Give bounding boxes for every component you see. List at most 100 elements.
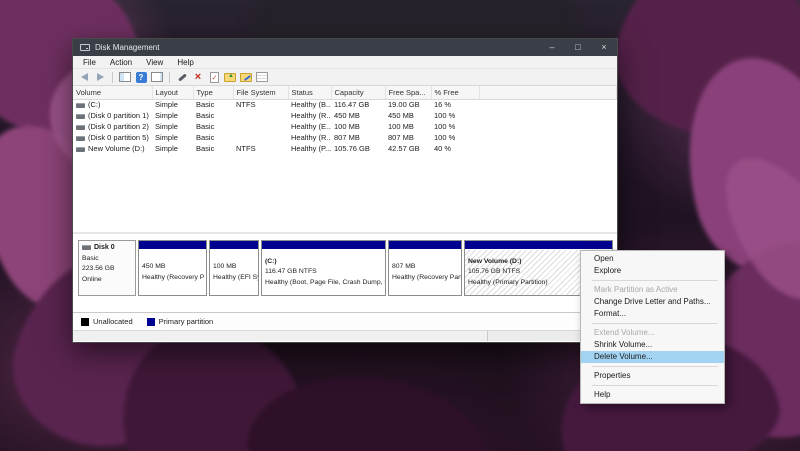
show-action-pane-icon (151, 72, 163, 82)
disk-0-block: Disk 0 Basic 223.56 GB Online 450 MB Hea… (78, 240, 613, 296)
folder-edit-icon (240, 73, 252, 82)
menu-item-change-drive-letter[interactable]: Change Drive Letter and Paths... (581, 296, 724, 308)
back-button[interactable] (77, 70, 91, 85)
folder-edit-button[interactable] (239, 70, 253, 85)
column-type[interactable]: Type (193, 86, 233, 99)
primary-partition-band (465, 241, 612, 250)
column-free-space[interactable]: Free Spa... (385, 86, 431, 99)
disk-0-info[interactable]: Disk 0 Basic 223.56 GB Online (78, 240, 136, 296)
menu-separator (592, 385, 718, 386)
volume-icon (76, 136, 85, 141)
minimize-button[interactable]: – (539, 39, 565, 56)
column-pct-free[interactable]: % Free (431, 86, 479, 99)
volume-row-partition2[interactable]: (Disk 0 partition 2) Simple Basic Health… (73, 121, 617, 132)
partitions-strip: 450 MB Healthy (Recovery P 100 MB Health… (138, 240, 613, 296)
primary-partition-band (139, 241, 206, 250)
menu-item-explore[interactable]: Explore (581, 265, 724, 277)
disk-management-window: Disk Management – □ × File Action View H… (72, 38, 618, 343)
fields-icon (256, 72, 268, 82)
volume-table: Volume Layout Type File System Status Ca… (73, 86, 617, 154)
menu-action[interactable]: Action (103, 58, 139, 67)
toolbar: ? × (73, 69, 617, 86)
menu-help[interactable]: Help (170, 58, 200, 67)
show-console-tree-icon (119, 72, 131, 82)
primary-partition-band (262, 241, 385, 250)
column-capacity[interactable]: Capacity (331, 86, 385, 99)
disk-tool-button[interactable] (175, 70, 189, 85)
primary-partition-swatch (147, 318, 155, 326)
volume-row-partition5[interactable]: (Disk 0 partition 5) Simple Basic Health… (73, 132, 617, 143)
toolbar-separator (112, 72, 113, 83)
primary-partition-band (389, 241, 461, 250)
task-doc-icon (210, 72, 219, 83)
menu-item-open[interactable]: Open (581, 253, 724, 265)
menu-item-mark-partition-active: Mark Partition as Active (581, 284, 724, 296)
back-icon (81, 73, 88, 81)
volume-table-header: Volume Layout Type File System Status Ca… (73, 86, 617, 99)
menu-view[interactable]: View (139, 58, 170, 67)
unallocated-swatch (81, 318, 89, 326)
titlebar[interactable]: Disk Management – □ × (73, 39, 617, 56)
disk-tool-icon (177, 72, 188, 83)
folder-up-button[interactable] (223, 70, 237, 85)
disk-management-icon (80, 44, 90, 51)
window-title: Disk Management (95, 43, 159, 52)
forward-icon (97, 73, 104, 81)
help-icon: ? (136, 72, 147, 83)
toolbar-separator (169, 72, 170, 83)
volume-row-partition1[interactable]: (Disk 0 partition 1) Simple Basic Health… (73, 110, 617, 121)
menu-item-delete-volume[interactable]: Delete Volume... (581, 351, 724, 363)
menu-item-format[interactable]: Format... (581, 308, 724, 320)
primary-partition-band (210, 241, 258, 250)
menu-separator (592, 366, 718, 367)
menu-separator (592, 323, 718, 324)
help-button[interactable]: ? (134, 70, 148, 85)
volume-icon (76, 125, 85, 130)
disk-icon (82, 245, 91, 250)
disk-name: Disk 0 (94, 244, 115, 251)
volume-row-new-volume-d[interactable]: New Volume (D:) Simple Basic NTFS Health… (73, 143, 617, 154)
fields-button[interactable] (255, 70, 269, 85)
menu-file[interactable]: File (76, 58, 103, 67)
volume-icon (76, 114, 85, 119)
context-menu: Open Explore Mark Partition as Active Ch… (580, 250, 725, 404)
disk-type: Basic (82, 254, 132, 265)
volume-icon (76, 103, 85, 108)
column-file-system[interactable]: File System (233, 86, 288, 99)
menu-separator (592, 280, 718, 281)
volume-list-pane: Volume Layout Type File System Status Ca… (73, 86, 617, 232)
column-status[interactable]: Status (288, 86, 331, 99)
disk-status: Online (82, 275, 132, 286)
partition-efi-100mb[interactable]: 100 MB Healthy (EFI Sy (209, 240, 259, 296)
task-doc-button[interactable] (207, 70, 221, 85)
show-action-pane-button[interactable] (150, 70, 164, 85)
menu-item-help[interactable]: Help (581, 389, 724, 401)
volume-icon (76, 147, 85, 152)
volume-row-c[interactable]: (C:) Simple Basic NTFS Healthy (B... 116… (73, 99, 617, 110)
legend-bar: Unallocated Primary partition (73, 312, 617, 330)
column-layout[interactable]: Layout (152, 86, 193, 99)
menu-bar: File Action View Help (73, 56, 617, 69)
delete-button[interactable]: × (191, 70, 205, 85)
partition-c[interactable]: (C:) 116.47 GB NTFS Healthy (Boot, Page … (261, 240, 386, 296)
disk-graphical-pane: Disk 0 Basic 223.56 GB Online 450 MB Hea… (73, 232, 617, 312)
legend-primary-partition: Primary partition (147, 317, 214, 326)
menu-item-shrink-volume[interactable]: Shrink Volume... (581, 339, 724, 351)
menu-item-properties[interactable]: Properties (581, 370, 724, 382)
folder-up-icon (224, 73, 236, 82)
delete-red-x-icon: × (195, 72, 201, 83)
legend-unallocated: Unallocated (81, 317, 133, 326)
partition-recovery-450mb[interactable]: 450 MB Healthy (Recovery P (138, 240, 207, 296)
desktop: Disk Management – □ × File Action View H… (0, 0, 800, 451)
show-console-tree-button[interactable] (118, 70, 132, 85)
column-filler (479, 86, 617, 99)
maximize-button[interactable]: □ (565, 39, 591, 56)
close-button[interactable]: × (591, 39, 617, 56)
menu-item-extend-volume: Extend Volume... (581, 327, 724, 339)
status-strip (73, 330, 617, 341)
column-volume[interactable]: Volume (73, 86, 152, 99)
window-controls: – □ × (539, 39, 617, 56)
forward-button[interactable] (93, 70, 107, 85)
disk-size: 223.56 GB (82, 264, 132, 275)
partition-recovery-807mb[interactable]: 807 MB Healthy (Recovery Part (388, 240, 462, 296)
